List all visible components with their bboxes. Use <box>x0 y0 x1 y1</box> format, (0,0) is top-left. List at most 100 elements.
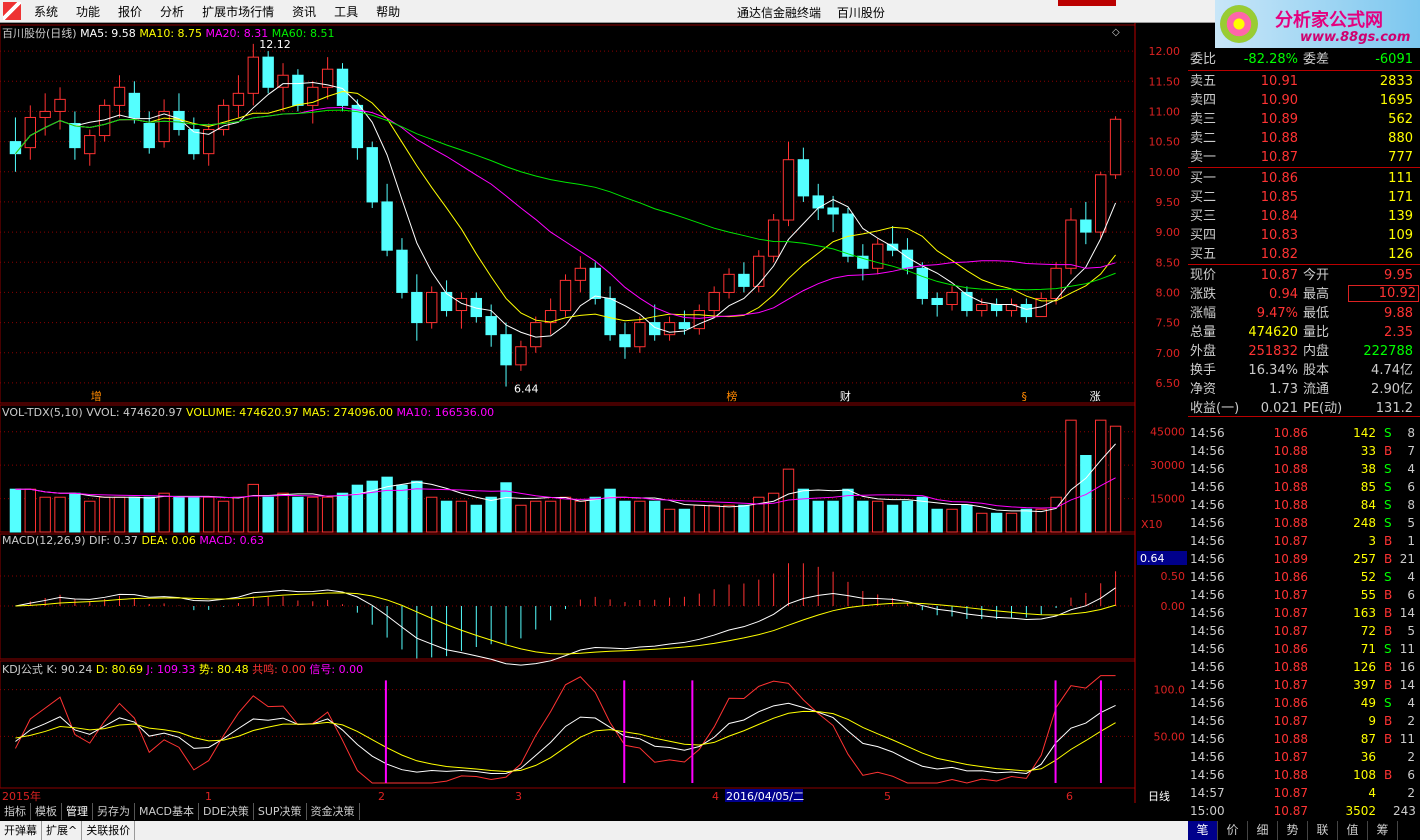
bid-price: 10.86 <box>1260 171 1298 186</box>
candle-body <box>1080 219 1092 233</box>
tick-count: 2 <box>1407 750 1415 764</box>
stat-label: 最低 <box>1303 306 1330 321</box>
event-marker: 财 <box>840 389 851 403</box>
tick-side: B <box>1384 444 1393 458</box>
tick-time: 14:56 <box>1190 444 1225 458</box>
stat-label: 内盘 <box>1303 344 1330 359</box>
tab-template[interactable]: 模板 <box>31 803 62 820</box>
volume-bar <box>247 483 260 533</box>
tab-fund[interactable]: 资金决策 <box>307 803 360 820</box>
main-y-tick: 8.00 <box>1156 286 1181 299</box>
volume-bar <box>1109 425 1122 533</box>
menu-item-help[interactable]: 帮助 <box>367 3 409 20</box>
status-bar: 开弹幕 扩展^ 关联报价 <box>0 821 1188 840</box>
event-marker: 增 <box>91 389 102 403</box>
menu-item-news[interactable]: 资讯 <box>283 3 325 20</box>
menu-item-function[interactable]: 功能 <box>67 3 109 20</box>
tick-time: 14:56 <box>1190 516 1225 530</box>
volume-bar <box>366 480 378 533</box>
vol-chart-legend: VOL-TDX(5,10) VVOL: 474620.97 VOLUME: 47… <box>2 406 494 419</box>
tick-side: B <box>1384 534 1393 548</box>
tick-price: 10.86 <box>1273 642 1308 656</box>
candle-body <box>292 74 304 106</box>
related-quote-toggle[interactable]: 关联报价 <box>82 821 136 840</box>
main-y-tick: 9.00 <box>1156 226 1181 239</box>
candle-body <box>1109 118 1122 176</box>
quote-panel: 委比 -82.28% 委差 -6091 卖五 10.91 2833 卖四 10.90 1695 卖三… <box>1188 48 1420 822</box>
candle-body <box>113 86 126 106</box>
quote-tab-2[interactable]: 细 <box>1248 821 1278 840</box>
quote-tab-4[interactable]: 联 <box>1308 821 1338 840</box>
bid-price: 10.84 <box>1260 209 1298 224</box>
ma5-label: MA5: 9.58 <box>80 27 136 40</box>
menu-item-extended-market[interactable]: 扩展市场行情 <box>193 3 283 20</box>
stat-label: 涨跌 <box>1190 287 1217 302</box>
tab-macd-basic[interactable]: MACD基本 <box>135 803 199 820</box>
bid-label: 买五 <box>1190 247 1217 262</box>
ma60-label: MA60: 8.51 <box>271 27 335 40</box>
menu-item-system[interactable]: 系统 <box>25 3 67 20</box>
tab-sup[interactable]: SUP决策 <box>254 803 307 820</box>
kdj-panel-border <box>0 660 1136 789</box>
candle-body <box>381 201 393 251</box>
volume-bar <box>559 496 572 533</box>
tick-price: 10.87 <box>1273 786 1308 800</box>
dif-label: DIF: 0.37 <box>89 534 138 547</box>
candle-body <box>767 219 780 257</box>
volume-bar <box>98 496 111 533</box>
tick-count: 5 <box>1407 624 1415 638</box>
flower-logo-icon <box>1220 5 1258 43</box>
vol-ma10-label: MA10: 166536.00 <box>396 406 495 419</box>
brand-title: 分析家公式网 <box>1275 10 1383 31</box>
ma10-label: MA10: 8.75 <box>139 27 203 40</box>
tick-row: 14:56 10.87 72 B 5 <box>1188 622 1420 640</box>
quote-tab-3[interactable]: 势 <box>1278 821 1308 840</box>
volume-bar <box>292 496 304 533</box>
kdj-y-tick: 100.0 <box>1154 684 1186 697</box>
tick-side: S <box>1384 516 1392 530</box>
tab-save-as[interactable]: 另存为 <box>93 803 135 820</box>
quote-tab-5[interactable]: 值 <box>1338 821 1368 840</box>
macd-panel-border <box>0 533 1136 660</box>
vol-y-tick: 15000 <box>1150 493 1185 506</box>
tab-dde[interactable]: DDE决策 <box>199 803 254 820</box>
candle-body <box>515 346 527 366</box>
menu-item-tools[interactable]: 工具 <box>325 3 367 20</box>
terminal-name: 通达信金融终端 <box>737 6 822 20</box>
tick-price: 10.88 <box>1273 498 1308 512</box>
quote-tab-1[interactable]: 价 <box>1218 821 1248 840</box>
volume-bar <box>530 500 542 533</box>
volume-bar <box>455 500 468 533</box>
quote-tab-0[interactable]: 笔 <box>1188 821 1218 840</box>
vol-chart-title: VOL-TDX(5,10) <box>2 406 83 419</box>
tick-price: 10.88 <box>1273 516 1308 530</box>
tab-manage[interactable]: 管理 <box>62 803 93 820</box>
extend-toggle[interactable]: 扩展^ <box>42 821 83 840</box>
vol-y-tick: 45000 <box>1150 426 1185 439</box>
candle-body <box>634 322 646 348</box>
tick-price: 10.87 <box>1273 606 1308 620</box>
volume-bar <box>143 496 155 533</box>
danmaku-toggle[interactable]: 开弹幕 <box>0 821 42 840</box>
tick-time: 14:56 <box>1190 768 1225 782</box>
main-y-tick: 9.50 <box>1156 196 1181 209</box>
bid-row: 买三 10.84 139 <box>1188 207 1420 226</box>
tick-price: 10.87 <box>1273 534 1308 548</box>
tick-volume: 52 <box>1360 570 1376 584</box>
tick-price: 10.88 <box>1273 732 1308 746</box>
menu-item-quote[interactable]: 报价 <box>109 3 151 20</box>
tab-indicator[interactable]: 指标 <box>0 803 31 820</box>
menu-item-analysis[interactable]: 分析 <box>151 3 193 20</box>
stat-label: 股本 <box>1303 363 1330 378</box>
volume-bar <box>1080 454 1092 533</box>
bid-volume: 111 <box>1388 171 1413 186</box>
x-axis-label: 2 <box>378 790 385 803</box>
candle-body <box>69 123 81 149</box>
volume-bar <box>857 500 869 533</box>
tick-time: 14:56 <box>1190 750 1225 764</box>
candle-body <box>277 74 289 88</box>
weibi-value: -82.28% <box>1243 52 1298 67</box>
tick-price: 10.87 <box>1273 588 1308 602</box>
candle-body <box>1094 174 1107 233</box>
quote-tab-6[interactable]: 筹 <box>1368 821 1398 840</box>
